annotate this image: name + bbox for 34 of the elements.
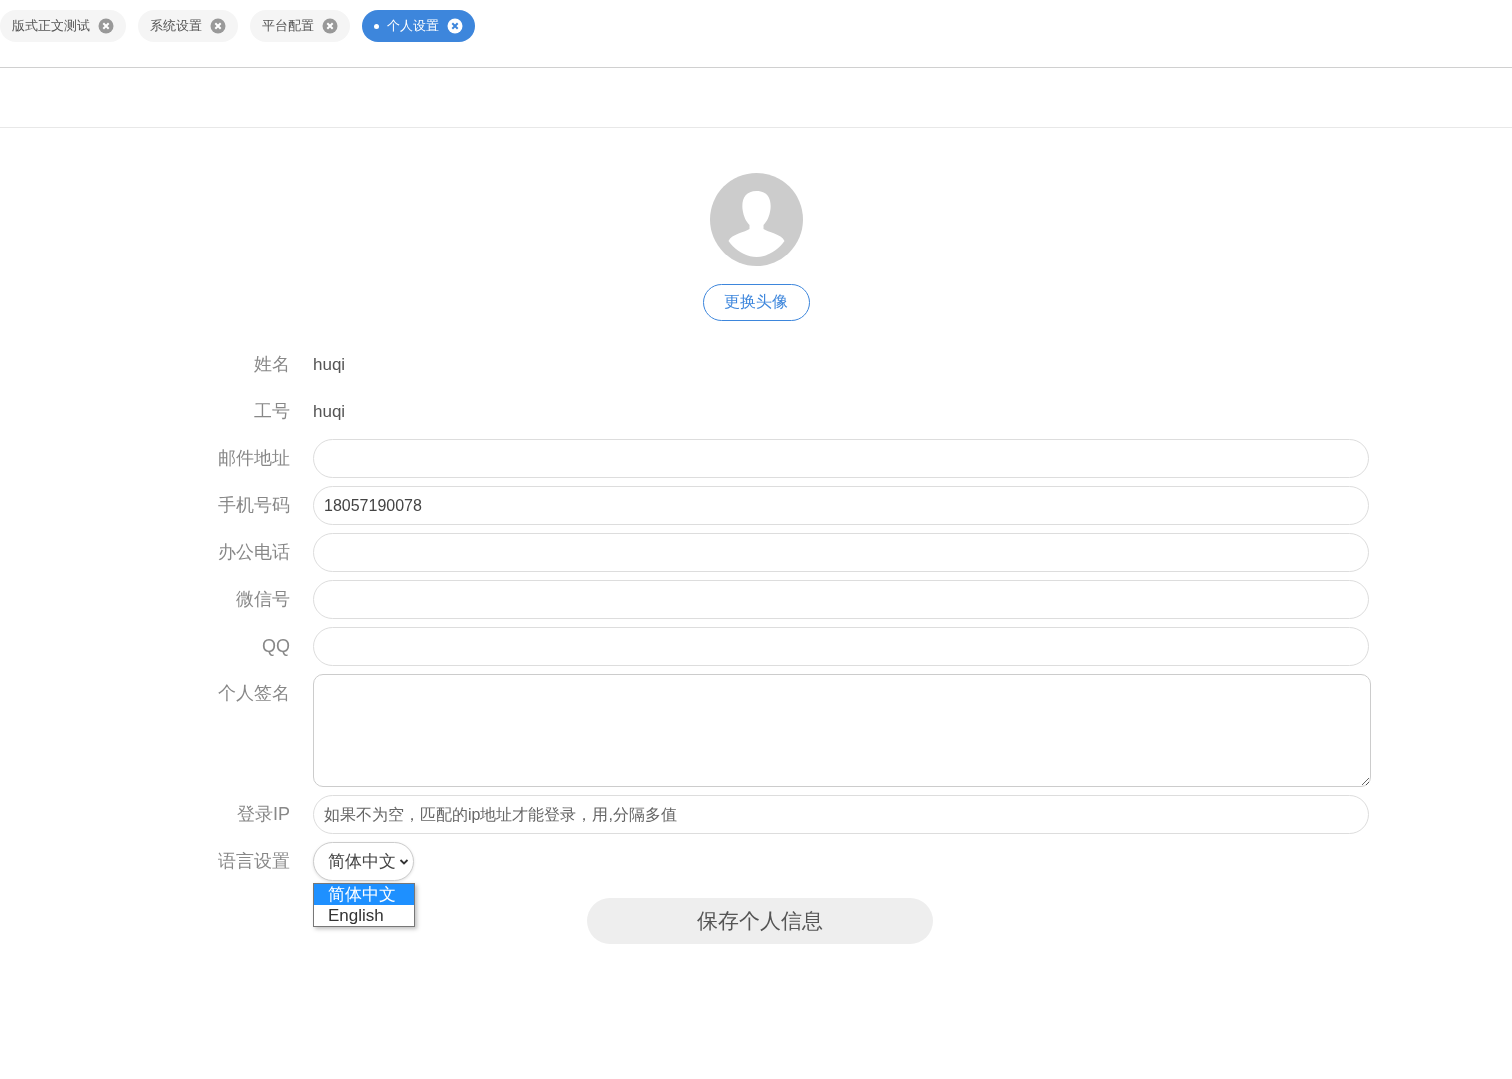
language-select[interactable]: 简体中文 (313, 842, 414, 881)
field-label: 语言设置 (218, 850, 290, 873)
input-field[interactable] (313, 439, 1369, 478)
field-label: 个人签名 (218, 682, 290, 705)
tab[interactable]: 版式正文测试 (0, 10, 126, 42)
dot-icon (374, 23, 379, 29)
close-icon[interactable] (98, 18, 114, 34)
input-field[interactable] (313, 627, 1369, 666)
chevron-icon (399, 857, 409, 866)
input-field[interactable]: 如果不为空，匹配的ip地址才能登录，用,分隔多值 (313, 795, 1369, 834)
field-label: 邮件地址 (218, 447, 290, 470)
field-label: 办公电话 (218, 541, 290, 564)
field-label: QQ (262, 635, 290, 658)
dropdown-option[interactable]: English (314, 905, 414, 926)
field-label: 登录IP (237, 803, 290, 826)
close-icon[interactable] (447, 18, 463, 34)
field-label: 手机号码 (218, 494, 290, 517)
input-field[interactable] (313, 533, 1369, 572)
input-field[interactable]: 18057190078 (313, 486, 1369, 525)
field-value: huqi (313, 354, 347, 376)
close-icon[interactable] (210, 18, 226, 34)
field-label: 姓名 (254, 353, 290, 376)
tab[interactable]: 平台配置 (250, 10, 350, 42)
avatar-icon (709, 173, 803, 266)
close-icon[interactable] (322, 18, 338, 34)
change-avatar-button[interactable]: 更换头像 (702, 284, 810, 321)
field-label: 工号 (254, 400, 290, 423)
input-field[interactable] (313, 580, 1369, 619)
save-button[interactable]: 保存个人信息 (587, 898, 933, 944)
tab[interactable]: 个人设置 (362, 10, 475, 42)
tab[interactable]: 系统设置 (138, 10, 238, 42)
field-value: huqi (313, 401, 347, 423)
textarea-field[interactable] (313, 674, 1371, 787)
field-label: 微信号 (236, 588, 290, 611)
